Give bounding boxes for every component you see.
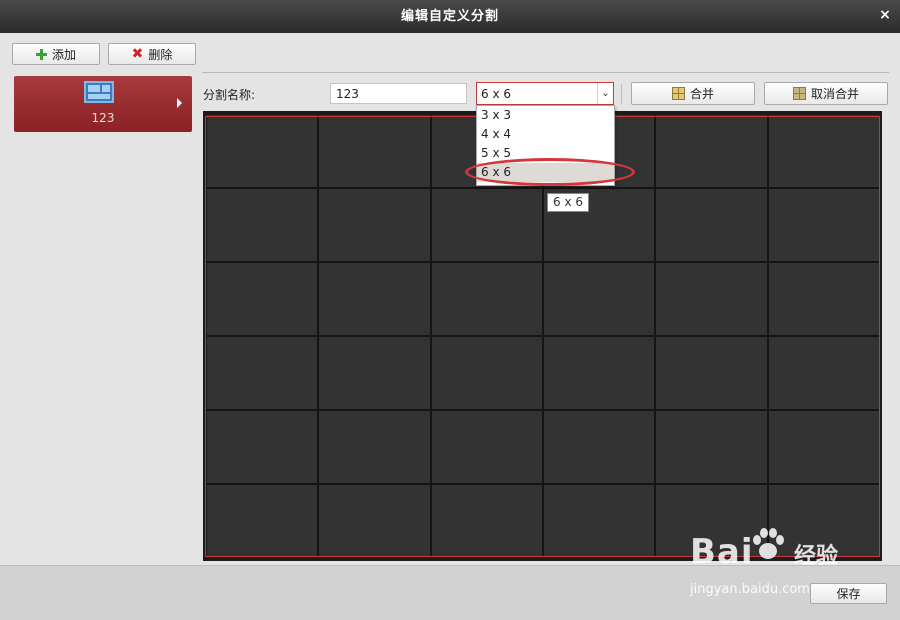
grid-cell[interactable]: [656, 115, 767, 187]
layout-icon: [84, 81, 114, 103]
close-icon[interactable]: ×: [878, 8, 892, 22]
grid-cell[interactable]: [768, 485, 879, 557]
grid-cell[interactable]: [768, 115, 879, 187]
grid-cell[interactable]: [544, 485, 655, 557]
delete-button[interactable]: ✖ 删除: [108, 43, 196, 65]
dropdown-option-3x3[interactable]: 3 x 3: [477, 106, 614, 125]
grid-size-dropdown: 3 x 3 4 x 4 5 x 5 6 x 6: [476, 105, 615, 186]
delete-button-label: 删除: [148, 47, 173, 62]
dropdown-option-4x4[interactable]: 4 x 4: [477, 125, 614, 144]
grid-cell[interactable]: [544, 411, 655, 483]
unmerge-button-label: 取消合并: [810, 87, 859, 101]
grid-cell[interactable]: [431, 189, 542, 261]
grid-cell[interactable]: [207, 485, 318, 557]
chevron-right-icon: [177, 98, 182, 108]
dropdown-option-6x6[interactable]: 6 x 6: [477, 163, 614, 182]
header-divider: [202, 72, 889, 73]
unmerge-icon: [792, 87, 806, 100]
grid-cell[interactable]: [207, 337, 318, 409]
grid-cell[interactable]: [207, 189, 318, 261]
grid-cell[interactable]: [656, 485, 767, 557]
title-bar: 编辑自定义分割 ×: [0, 0, 900, 33]
unmerge-button[interactable]: 取消合并: [764, 82, 888, 105]
grid-cell[interactable]: [431, 411, 542, 483]
grid-size-selected-value: 6 x 6: [481, 87, 511, 101]
grid-cell[interactable]: [656, 411, 767, 483]
split-name-label: 分割名称:: [203, 88, 256, 102]
tooltip: 6 x 6: [547, 193, 589, 212]
grid-cell[interactable]: [656, 337, 767, 409]
grid-cell[interactable]: [431, 263, 542, 335]
grid-cell[interactable]: [319, 263, 430, 335]
window-title: 编辑自定义分割: [400, 9, 499, 24]
grid-cell[interactable]: [544, 337, 655, 409]
grid-cell[interactable]: [319, 485, 430, 557]
dropdown-option-5x5[interactable]: 5 x 5: [477, 144, 614, 163]
grid-cell[interactable]: [431, 337, 542, 409]
grid-cell[interactable]: [768, 411, 879, 483]
merge-button[interactable]: 合并: [631, 82, 755, 105]
merge-icon: [671, 87, 685, 100]
grid-cell[interactable]: [768, 263, 879, 335]
grid-cell[interactable]: [768, 189, 879, 261]
split-name-input[interactable]: [330, 83, 467, 104]
save-button-label: 保存: [836, 587, 861, 601]
sidebar-item-label: 123: [91, 111, 115, 125]
grid-cell[interactable]: [207, 263, 318, 335]
grid-cell[interactable]: [431, 485, 542, 557]
grid-cell[interactable]: [207, 115, 318, 187]
grid-cell[interactable]: [319, 337, 430, 409]
delete-icon: ✖: [131, 45, 144, 62]
chevron-down-icon[interactable]: ⌄: [597, 83, 613, 104]
grid-cell[interactable]: [319, 189, 430, 261]
grid-cell[interactable]: [319, 115, 430, 187]
merge-button-label: 合并: [689, 87, 714, 101]
grid-cell[interactable]: [656, 263, 767, 335]
add-button[interactable]: 添加: [12, 43, 100, 65]
grid-cell[interactable]: [207, 411, 318, 483]
grid-cell[interactable]: [319, 411, 430, 483]
grid-cell[interactable]: [544, 263, 655, 335]
grid-cell[interactable]: [656, 189, 767, 261]
dialog-footer: [0, 565, 900, 620]
add-button-label: 添加: [51, 47, 76, 62]
toolbar-separator: [621, 84, 622, 104]
plus-icon: [35, 48, 47, 60]
sidebar-item-123[interactable]: 123: [14, 76, 192, 132]
grid-cell[interactable]: [768, 337, 879, 409]
save-button[interactable]: 保存: [810, 583, 887, 604]
grid-size-select[interactable]: 6 x 6 ⌄: [476, 82, 614, 105]
